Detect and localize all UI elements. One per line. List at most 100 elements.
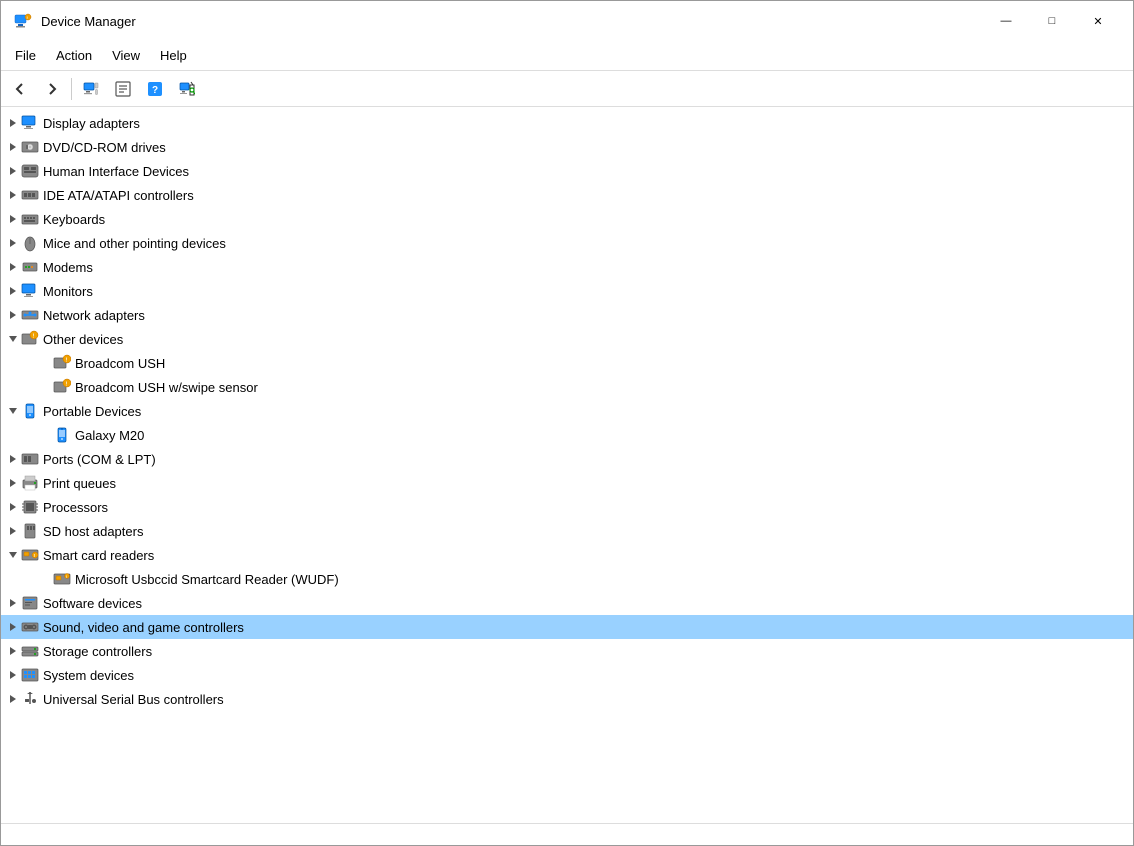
tree-item-smart-card[interactable]: !Smart card readers xyxy=(1,543,1133,567)
label-broadcom-ush-swipe: Broadcom USH w/swipe sensor xyxy=(75,380,258,395)
tree-item-ports[interactable]: Ports (COM & LPT) xyxy=(1,447,1133,471)
tree-item-storage[interactable]: Storage controllers xyxy=(1,639,1133,663)
icon-keyboards xyxy=(21,210,39,228)
label-display-adapters: Display adapters xyxy=(43,116,140,131)
expander-ms-smartcard[interactable] xyxy=(37,571,53,587)
expander-display-adapters[interactable] xyxy=(5,115,21,131)
svg-text:!: ! xyxy=(27,15,28,20)
expander-sd-host[interactable] xyxy=(5,523,21,539)
label-software-devices: Software devices xyxy=(43,596,142,611)
tree-item-other-devices[interactable]: !Other devices xyxy=(1,327,1133,351)
label-portable-devices: Portable Devices xyxy=(43,404,141,419)
label-storage: Storage controllers xyxy=(43,644,152,659)
icon-dvd-cd-rom xyxy=(21,138,39,156)
expander-dvd-cd-rom[interactable] xyxy=(5,139,21,155)
scan-button[interactable] xyxy=(172,75,202,103)
icon-display-adapters xyxy=(21,114,39,132)
expander-galaxy-m20[interactable] xyxy=(37,427,53,443)
svg-text:?: ? xyxy=(152,85,158,96)
tree-item-ms-smartcard[interactable]: !Microsoft Usbccid Smartcard Reader (WUD… xyxy=(1,567,1133,591)
tree-item-software-devices[interactable]: Software devices xyxy=(1,591,1133,615)
back-button[interactable] xyxy=(5,75,35,103)
properties-button[interactable] xyxy=(108,75,138,103)
label-processors: Processors xyxy=(43,500,108,515)
expander-print-queues[interactable] xyxy=(5,475,21,491)
label-sound-video: Sound, video and game controllers xyxy=(43,620,244,635)
label-broadcom-ush: Broadcom USH xyxy=(75,356,165,371)
label-usb: Universal Serial Bus controllers xyxy=(43,692,224,707)
tree-item-dvd-cd-rom[interactable]: DVD/CD-ROM drives xyxy=(1,135,1133,159)
tree-item-network[interactable]: Network adapters xyxy=(1,303,1133,327)
expander-broadcom-ush-swipe[interactable] xyxy=(37,379,53,395)
toolbar: ? xyxy=(1,71,1133,107)
expander-network[interactable] xyxy=(5,307,21,323)
expander-system-devices[interactable] xyxy=(5,667,21,683)
tree-item-ide[interactable]: IDE ATA/ATAPI controllers xyxy=(1,183,1133,207)
menu-help[interactable]: Help xyxy=(150,44,197,67)
icon-smart-card: ! xyxy=(21,546,39,564)
icon-ide xyxy=(21,186,39,204)
label-galaxy-m20: Galaxy M20 xyxy=(75,428,144,443)
expander-hid[interactable] xyxy=(5,163,21,179)
tree-item-sd-host[interactable]: SD host adapters xyxy=(1,519,1133,543)
menu-action[interactable]: Action xyxy=(46,44,102,67)
icon-broadcom-ush-swipe: ! xyxy=(53,378,71,396)
close-button[interactable]: ✕ xyxy=(1075,5,1121,37)
expander-mice[interactable] xyxy=(5,235,21,251)
tree-item-broadcom-ush-swipe[interactable]: ! Broadcom USH w/swipe sensor xyxy=(1,375,1133,399)
expander-processors[interactable] xyxy=(5,499,21,515)
tree-item-print-queues[interactable]: Print queues xyxy=(1,471,1133,495)
tree-item-monitors[interactable]: Monitors xyxy=(1,279,1133,303)
label-other-devices: Other devices xyxy=(43,332,123,347)
tree-item-galaxy-m20[interactable]: Galaxy M20 xyxy=(1,423,1133,447)
label-dvd-cd-rom: DVD/CD-ROM drives xyxy=(43,140,166,155)
expander-ports[interactable] xyxy=(5,451,21,467)
expander-monitors[interactable] xyxy=(5,283,21,299)
tree-item-processors[interactable]: Processors xyxy=(1,495,1133,519)
expander-portable-devices[interactable] xyxy=(5,403,21,419)
expander-other-devices[interactable] xyxy=(5,331,21,347)
restore-button[interactable]: □ xyxy=(1029,5,1075,37)
forward-button[interactable] xyxy=(37,75,67,103)
expander-smart-card[interactable] xyxy=(5,547,21,563)
device-manager-view-button[interactable] xyxy=(76,75,106,103)
tree-item-portable-devices[interactable]: Portable Devices xyxy=(1,399,1133,423)
tree-item-modems[interactable]: Modems xyxy=(1,255,1133,279)
expander-usb[interactable] xyxy=(5,691,21,707)
icon-broadcom-ush: ! xyxy=(53,354,71,372)
svg-text:!: ! xyxy=(66,575,67,579)
expander-software-devices[interactable] xyxy=(5,595,21,611)
expander-sound-video[interactable] xyxy=(5,619,21,635)
expander-keyboards[interactable] xyxy=(5,211,21,227)
label-keyboards: Keyboards xyxy=(43,212,105,227)
minimize-button[interactable]: — xyxy=(983,5,1029,37)
tree-item-usb[interactable]: Universal Serial Bus controllers xyxy=(1,687,1133,711)
label-ide: IDE ATA/ATAPI controllers xyxy=(43,188,194,203)
tree-item-broadcom-ush[interactable]: ! Broadcom USH xyxy=(1,351,1133,375)
icon-portable-devices xyxy=(21,402,39,420)
tree-item-system-devices[interactable]: System devices xyxy=(1,663,1133,687)
icon-monitors xyxy=(21,282,39,300)
help-button[interactable]: ? xyxy=(140,75,170,103)
tree-item-sound-video[interactable]: Sound, video and game controllers xyxy=(1,615,1133,639)
app-icon: ! xyxy=(13,11,33,31)
menu-file[interactable]: File xyxy=(5,44,46,67)
main-content: Display adapters DVD/CD-ROM drives Human I… xyxy=(1,107,1133,823)
label-print-queues: Print queues xyxy=(43,476,116,491)
icon-hid xyxy=(21,162,39,180)
title-bar: ! Device Manager — □ ✕ xyxy=(1,1,1133,41)
tree-item-keyboards[interactable]: Keyboards xyxy=(1,207,1133,231)
label-network: Network adapters xyxy=(43,308,145,323)
expander-modems[interactable] xyxy=(5,259,21,275)
status-bar xyxy=(1,823,1133,845)
title-text: Device Manager xyxy=(41,14,983,29)
tree-item-hid[interactable]: Human Interface Devices xyxy=(1,159,1133,183)
icon-sound-video xyxy=(21,618,39,636)
expander-broadcom-ush[interactable] xyxy=(37,355,53,371)
expander-storage[interactable] xyxy=(5,643,21,659)
icon-sd-host xyxy=(21,522,39,540)
menu-view[interactable]: View xyxy=(102,44,150,67)
tree-item-display-adapters[interactable]: Display adapters xyxy=(1,111,1133,135)
tree-item-mice[interactable]: Mice and other pointing devices xyxy=(1,231,1133,255)
expander-ide[interactable] xyxy=(5,187,21,203)
